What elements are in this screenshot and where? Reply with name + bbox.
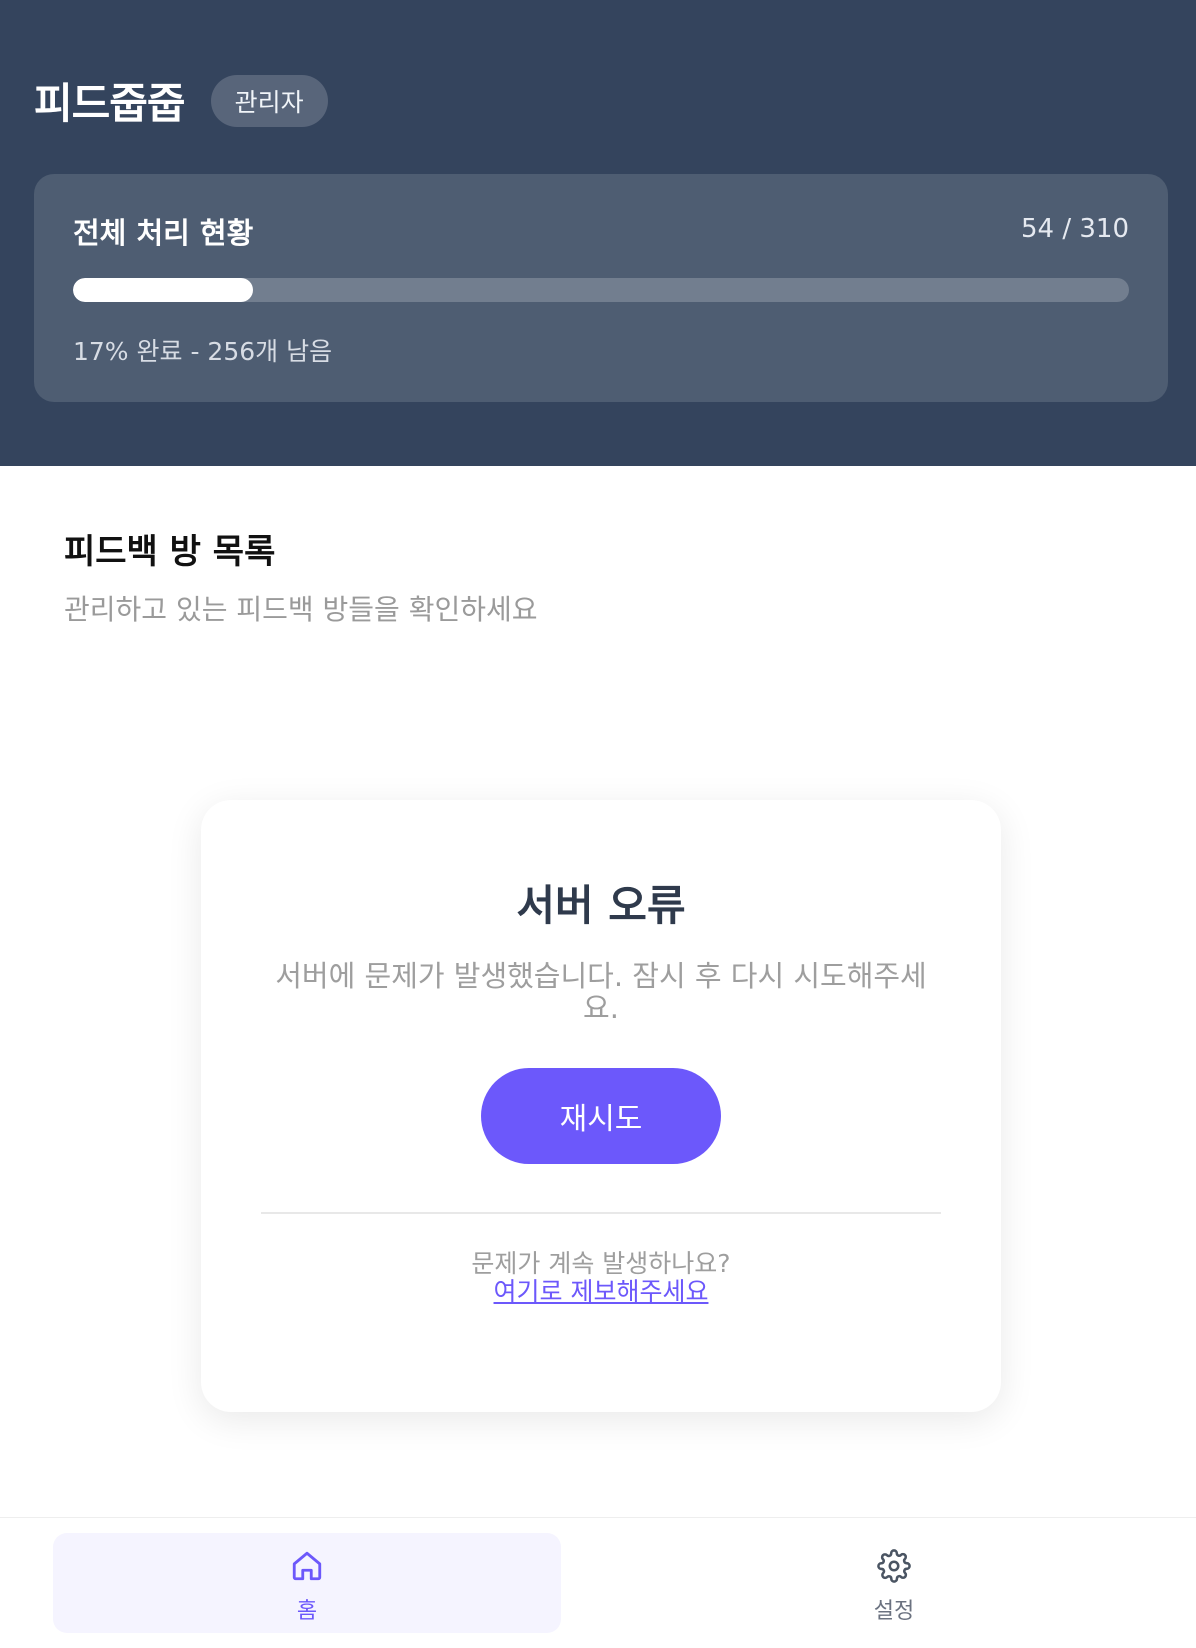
nav-label-settings: 설정 (873, 1599, 915, 1624)
progress-bar-fill (73, 278, 253, 302)
retry-button[interactable]: 재시도 (481, 1068, 721, 1164)
bottom-nav: 홈 설정 (0, 1517, 1196, 1648)
progress-count: 54 / 310 (1021, 214, 1129, 244)
section-subtitle: 관리하고 있는 피드백 방들을 확인하세요 (64, 593, 538, 626)
divider (261, 1212, 941, 1214)
error-message: 서버에 문제가 발생했습니다. 잠시 후 다시 시도해주세요. (275, 959, 927, 1025)
error-title: 서버 오류 (516, 881, 686, 930)
progress-title: 전체 처리 현황 (73, 216, 254, 250)
progress-bar (73, 278, 1129, 302)
progress-summary: 17% 완료 - 256개 남음 (73, 337, 333, 366)
help-question: 문제가 계속 발생하나요? (471, 1249, 731, 1278)
brand-row: 피드줍줍 관리자 (34, 70, 328, 131)
nav-item-settings[interactable]: 설정 (640, 1533, 1148, 1633)
app-title: 피드줍줍 (34, 79, 186, 128)
report-link[interactable]: 여기로 제보해주세요 (201, 1278, 1001, 1306)
nav-item-home[interactable]: 홈 (53, 1533, 561, 1633)
gear-icon (877, 1549, 911, 1583)
app-header: 피드줍줍 관리자 전체 처리 현황 54 / 310 17% 완료 - 256개… (0, 0, 1196, 466)
error-card: 서버 오류 서버에 문제가 발생했습니다. 잠시 후 다시 시도해주세요. 재시… (201, 800, 1001, 1412)
progress-card: 전체 처리 현황 54 / 310 17% 완료 - 256개 남음 (34, 174, 1168, 402)
home-icon (292, 1551, 322, 1581)
section-title: 피드백 방 목록 (64, 532, 276, 572)
nav-label-home: 홈 (296, 1599, 318, 1624)
role-badge: 관리자 (210, 74, 328, 127)
